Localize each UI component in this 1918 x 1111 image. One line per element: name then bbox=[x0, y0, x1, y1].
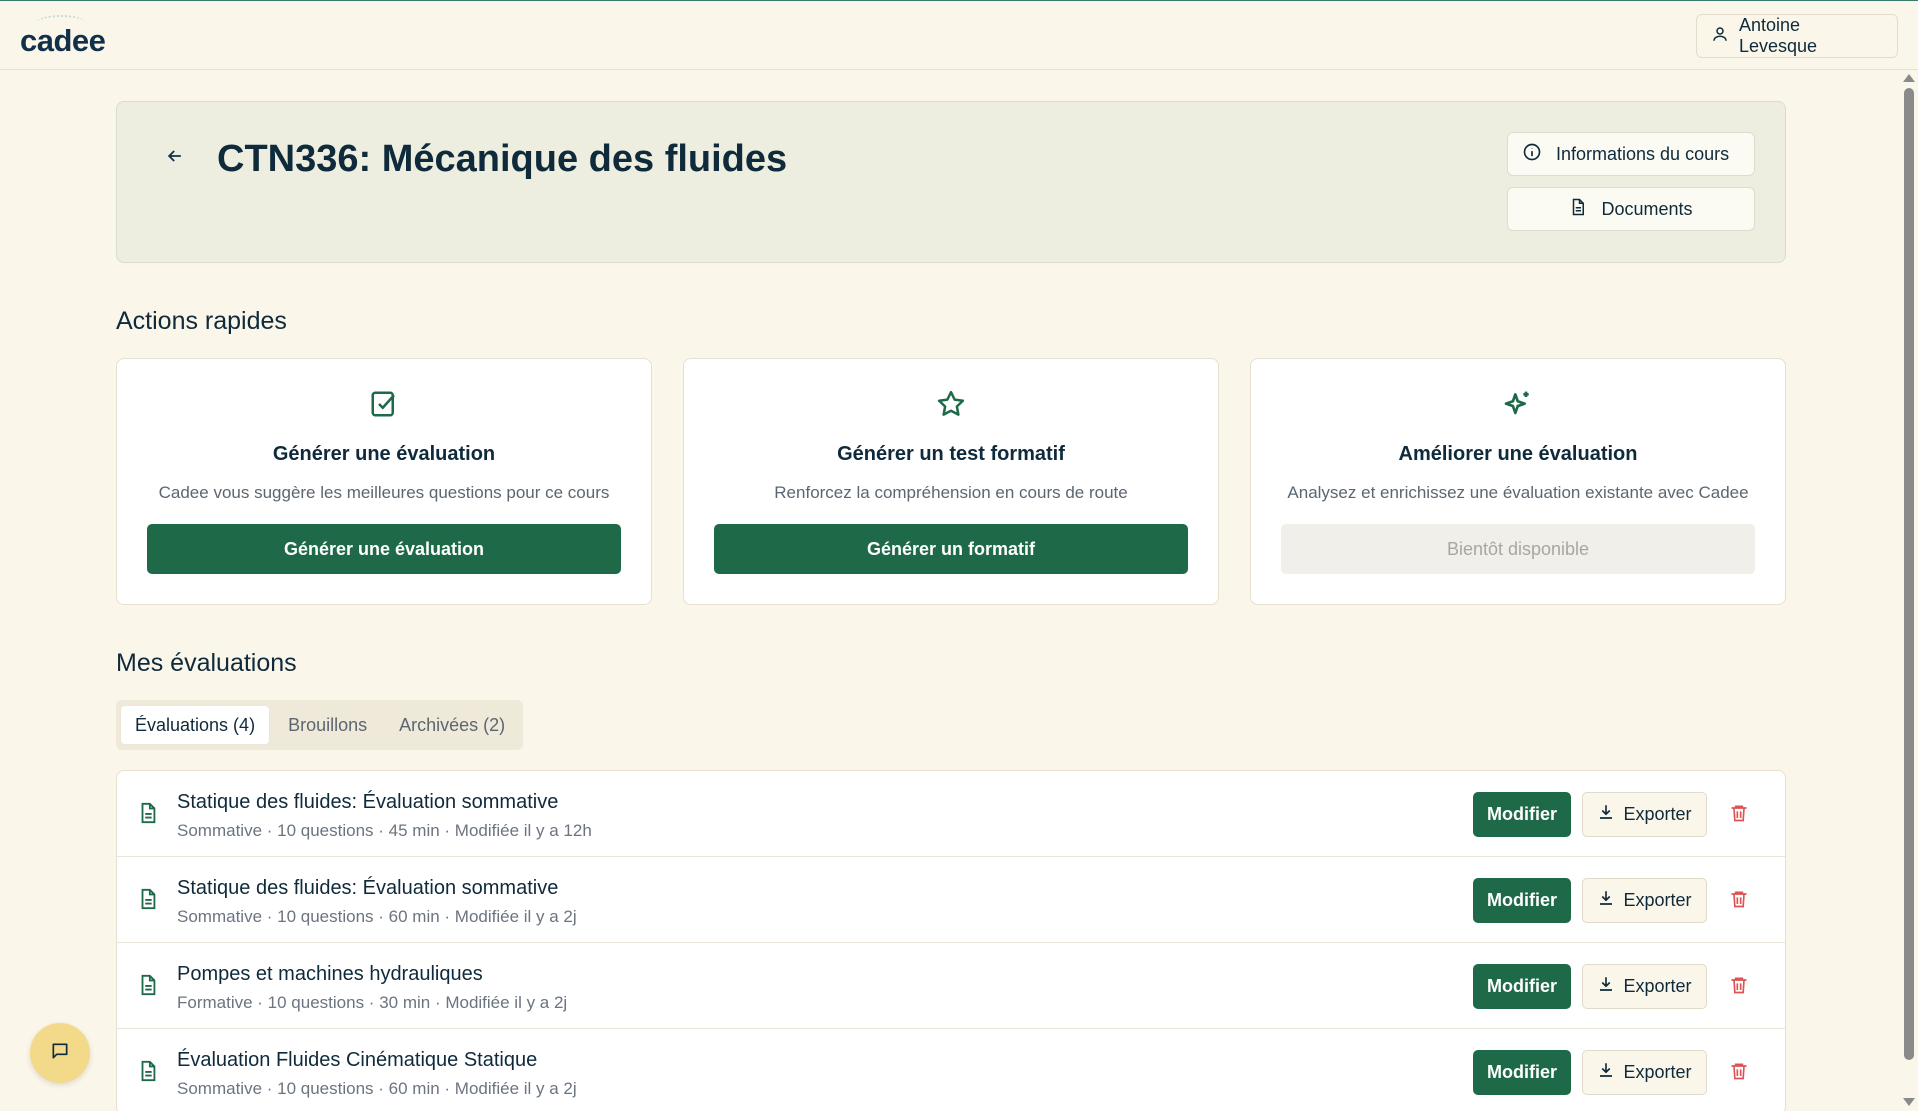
card-title: Améliorer une évaluation bbox=[1398, 443, 1638, 465]
card-improve-evaluation: Améliorer une évaluation Analysez et enr… bbox=[1250, 358, 1786, 605]
export-button[interactable]: Exporter bbox=[1582, 1050, 1707, 1095]
star-icon bbox=[684, 389, 1218, 419]
scrollbar-thumb[interactable] bbox=[1904, 88, 1914, 1060]
tab-archived[interactable]: Archivées (2) bbox=[385, 705, 519, 745]
documents-button[interactable]: Documents bbox=[1507, 187, 1755, 231]
my-evaluations-heading: Mes évaluations bbox=[116, 649, 297, 677]
download-icon bbox=[1597, 889, 1615, 912]
table-row[interactable]: Pompes et machines hydrauliques Formativ… bbox=[117, 943, 1785, 1029]
back-arrow-icon[interactable] bbox=[165, 146, 185, 172]
evaluation-title[interactable]: Pompes et machines hydrauliques bbox=[177, 963, 483, 986]
table-row[interactable]: Évaluation Fluides Cinématique Statique … bbox=[117, 1029, 1785, 1111]
download-icon bbox=[1597, 803, 1615, 826]
trash-icon[interactable] bbox=[1729, 974, 1749, 1001]
export-label: Exporter bbox=[1623, 1062, 1692, 1082]
card-generate-evaluation: Générer une évaluation Cadee vous suggèr… bbox=[116, 358, 652, 605]
chat-bubble-icon bbox=[50, 1041, 70, 1066]
evaluation-title[interactable]: Évaluation Fluides Cinématique Statique bbox=[177, 1049, 537, 1072]
evaluation-title[interactable]: Statique des fluides: Évaluation sommati… bbox=[177, 791, 558, 814]
page-title: CTN336: Mécanique des fluides bbox=[217, 138, 788, 180]
evaluation-tabs: Évaluations (4) Brouillons Archivées (2) bbox=[116, 700, 524, 750]
download-icon bbox=[1597, 1061, 1615, 1084]
chat-button[interactable] bbox=[30, 1023, 90, 1083]
card-description: Renforcez la compréhension en cours de r… bbox=[774, 483, 1128, 502]
evaluation-meta: Sommative · 10 questions · 60 min · Modi… bbox=[177, 907, 577, 926]
trash-icon[interactable] bbox=[1729, 802, 1749, 829]
scroll-down-arrow-icon[interactable] bbox=[1903, 1098, 1915, 1106]
export-button[interactable]: Exporter bbox=[1582, 878, 1707, 923]
modify-button[interactable]: Modifier bbox=[1473, 878, 1571, 923]
app-logo[interactable]: cadee bbox=[20, 23, 106, 59]
document-icon bbox=[1569, 197, 1587, 222]
check-square-icon bbox=[117, 389, 651, 419]
export-button[interactable]: Exporter bbox=[1582, 964, 1707, 1009]
course-info-label: Informations du cours bbox=[1556, 143, 1730, 164]
user-icon bbox=[1711, 25, 1729, 48]
document-icon bbox=[137, 801, 159, 830]
course-header: CTN336: Mécanique des fluides Informatio… bbox=[116, 101, 1786, 263]
generate-evaluation-button[interactable]: Générer une évaluation bbox=[147, 524, 621, 574]
card-description: Cadee vous suggère les meilleures questi… bbox=[158, 483, 610, 502]
user-menu-button[interactable]: Antoine Levesque bbox=[1696, 14, 1898, 58]
document-icon bbox=[137, 1059, 159, 1088]
evaluation-title[interactable]: Statique des fluides: Évaluation sommati… bbox=[177, 877, 558, 900]
quick-actions-heading: Actions rapides bbox=[116, 307, 287, 335]
card-generate-formative: Générer un test formatif Renforcez la co… bbox=[683, 358, 1219, 605]
evaluation-list: Statique des fluides: Évaluation sommati… bbox=[116, 770, 1786, 1111]
evaluation-meta: Sommative · 10 questions · 45 min · Modi… bbox=[177, 821, 592, 840]
sparkles-icon bbox=[1251, 389, 1785, 421]
document-icon bbox=[137, 973, 159, 1002]
export-label: Exporter bbox=[1623, 890, 1692, 910]
app-header: cadee Antoine Levesque bbox=[0, 1, 1918, 70]
card-title: Générer un test formatif bbox=[837, 443, 1065, 465]
generate-formative-button[interactable]: Générer un formatif bbox=[714, 524, 1188, 574]
table-row[interactable]: Statique des fluides: Évaluation sommati… bbox=[117, 771, 1785, 857]
course-info-button[interactable]: Informations du cours bbox=[1507, 132, 1755, 176]
info-icon bbox=[1522, 142, 1542, 167]
modify-button[interactable]: Modifier bbox=[1473, 792, 1571, 837]
export-label: Exporter bbox=[1623, 804, 1692, 824]
download-icon bbox=[1597, 975, 1615, 998]
modify-button[interactable]: Modifier bbox=[1473, 964, 1571, 1009]
user-name: Antoine Levesque bbox=[1739, 15, 1818, 56]
export-button[interactable]: Exporter bbox=[1582, 792, 1707, 837]
card-description: Analysez et enrichissez une évaluation e… bbox=[1287, 483, 1749, 502]
trash-icon[interactable] bbox=[1729, 888, 1749, 915]
card-title: Générer une évaluation bbox=[272, 443, 496, 465]
document-icon bbox=[137, 887, 159, 916]
export-label: Exporter bbox=[1623, 976, 1692, 996]
trash-icon[interactable] bbox=[1729, 1060, 1749, 1087]
evaluation-meta: Sommative · 10 questions · 60 min · Modi… bbox=[177, 1079, 577, 1098]
coming-soon-button: Bientôt disponible bbox=[1281, 524, 1755, 574]
scroll-up-arrow-icon[interactable] bbox=[1903, 74, 1915, 82]
documents-label: Documents bbox=[1601, 198, 1693, 219]
table-row[interactable]: Statique des fluides: Évaluation sommati… bbox=[117, 857, 1785, 943]
modify-button[interactable]: Modifier bbox=[1473, 1050, 1571, 1095]
evaluation-meta: Formative · 10 questions · 30 min · Modi… bbox=[177, 993, 568, 1012]
tab-evaluations[interactable]: Évaluations (4) bbox=[120, 705, 271, 745]
tab-drafts[interactable]: Brouillons bbox=[274, 705, 381, 745]
